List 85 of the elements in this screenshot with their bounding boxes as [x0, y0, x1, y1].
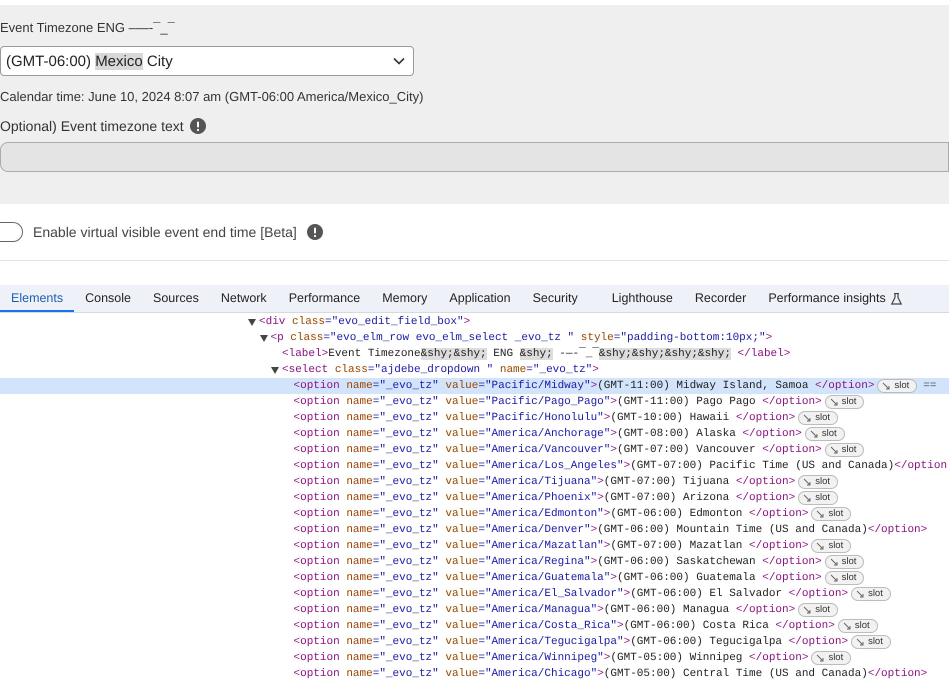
- dom-node-row[interactable]: <option name="_evo_tz" value="America/Regina">(GMT-06:00) Saskatchewan </option> slot: [0, 554, 949, 570]
- code-text: <select class="ajdebe_dropdown " name="_evo_tz">: [282, 363, 599, 378]
- dom-node-row[interactable]: <option name="_evo_tz" value="America/Costa_Rica">(GMT-06:00) Costa Rica </option> slot: [0, 618, 949, 634]
- devtools-tab[interactable]: Performance insights: [757, 285, 897, 312]
- slot-badge[interactable]: slot: [824, 395, 864, 409]
- dom-node-row[interactable]: <label>Event Timezone&shy;&shy; ENG &shy; -—-¯_¯&shy;&shy;&shy;&shy; </label>: [0, 346, 949, 362]
- dom-node-row[interactable]: <option name="_evo_tz" value="America/Vancouver">(GMT-07:00) Vancouver </option> slot: [0, 442, 949, 458]
- code-text: <label>Event Timezone&shy;&shy; ENG &shy; -—-¯_¯&shy;&shy;&shy;&shy; </label>: [282, 346, 790, 362]
- code-text: <option name="_evo_tz" value="Pacific/Midway">(GMT-11:00) Midway Island, Samoa </option>: [294, 379, 874, 394]
- slot-badge[interactable]: slot: [798, 491, 838, 505]
- dom-node-row[interactable]: <option name="_evo_tz" value="America/Tegucigalpa">(GMT-06:00) Tegucigalpa </option> slot: [0, 634, 949, 650]
- code-text: <option name="_evo_tz" value="America/Mazatlan">(GMT-07:00) Mazatlan </option>: [294, 539, 808, 554]
- slot-badge[interactable]: slot: [824, 443, 864, 457]
- field-label: Event Timezone ENG –—-¯_¯: [0, 20, 175, 35]
- devtools-tab[interactable]: Console: [74, 285, 142, 312]
- devtools-tab[interactable]: Elements: [0, 285, 74, 312]
- dom-node-row[interactable]: <option name="_evo_tz" value="America/Winnipeg">(GMT-05:00) Winnipeg </option> slot: [0, 650, 949, 666]
- code-text: <option name="_evo_tz" value="America/Los_Angeles">(GMT-07:00) Pacific Time (US and Canada)</option: [294, 459, 948, 474]
- code-text: <option name="_evo_tz" value="America/Phoenix">(GMT-07:00) Arizona </option>: [294, 491, 796, 506]
- code-text: <option name="_evo_tz" value="America/Anchorage">(GMT-08:00) Alaska </option>: [294, 427, 802, 442]
- devtools-tab[interactable]: Application: [438, 285, 522, 312]
- devtools-tab[interactable]: Network: [210, 285, 278, 312]
- code-text: <option name="_evo_tz" value="America/Edmonton">(GMT-06:00) Edmonton </option>: [294, 507, 808, 522]
- devtools-tab[interactable]: Security: [522, 285, 589, 312]
- slot-badge[interactable]: slot: [838, 619, 878, 633]
- devtools-tab[interactable]: Recorder: [684, 285, 758, 312]
- slot-badge[interactable]: slot: [798, 411, 838, 425]
- info-icon: [190, 118, 206, 134]
- code-text: <option name="_evo_tz" value="America/Tijuana">(GMT-07:00) Tijuana </option>: [294, 475, 796, 490]
- dom-node-row[interactable]: <option name="_evo_tz" value="America/Managua">(GMT-06:00) Managua </option> slot: [0, 602, 949, 618]
- dom-node-row[interactable]: <option name="_evo_tz" value="America/El_Salvador">(GMT-06:00) El Salvador </option> slot: [0, 586, 949, 602]
- slot-badge[interactable]: slot: [811, 539, 852, 553]
- dom-node-row[interactable]: <option name="_evo_tz" value="America/Chicago">(GMT-05:00) Central Time (US and Canada)</option>: [0, 666, 949, 682]
- expand-triangle-icon[interactable]: [248, 318, 256, 326]
- slot-badge[interactable]: slot: [877, 379, 918, 393]
- dom-node-row[interactable]: <p class="evo_elm_row evo_elm_select _evo_tz " style="padding-bottom:10px;">: [0, 330, 949, 346]
- slot-badge[interactable]: slot: [811, 507, 852, 521]
- code-text: <option name="_evo_tz" value="Pacific/Pago_Pago">(GMT-11:00) Pago Pago </option>: [294, 395, 822, 410]
- field-label: Optional) Event timezone text: [0, 118, 184, 134]
- toggle-label: Enable virtual visible event end time [Beta]: [33, 224, 297, 240]
- dom-node-row[interactable]: <option name="_evo_tz" value="America/Mazatlan">(GMT-07:00) Mazatlan </option> slot: [0, 538, 949, 554]
- dom-node-row[interactable]: <option name="_evo_tz" value="America/Los_Angeles">(GMT-07:00) Pacific Time (US and Canada)</option: [0, 458, 949, 474]
- devtools-tab[interactable]: Memory: [371, 285, 438, 312]
- code-text: <p class="evo_elm_row evo_elm_select _evo_tz " style="padding-bottom:10px;">: [270, 331, 772, 346]
- code-text: <option name="_evo_tz" value="America/Guatemala">(GMT-06:00) Guatemala </option>: [294, 571, 822, 586]
- slot-badge[interactable]: slot: [824, 571, 864, 585]
- code-text: <option name="_evo_tz" value="America/El_Salvador">(GMT-06:00) El Salvador </option>: [294, 587, 848, 602]
- dom-node-row[interactable]: <option name="_evo_tz" value="Pacific/Midway">(GMT-11:00) Midway Island, Samoa </option> slot ==: [0, 378, 949, 394]
- code-text: <option name="_evo_tz" value="America/Tegucigalpa">(GMT-06:00) Tegucigalpa </option>: [294, 635, 848, 650]
- code-text: <option name="_evo_tz" value="America/Chicago">(GMT-05:00) Central Time (US and Canada)</option>: [294, 667, 928, 682]
- slot-badge[interactable]: slot: [798, 603, 838, 617]
- dom-node-row[interactable]: <option name="_evo_tz" value="Pacific/Pago_Pago">(GMT-11:00) Pago Pago </option> slot: [0, 394, 949, 410]
- console-reference-text: ==: [923, 379, 936, 394]
- code-text: <option name="_evo_tz" value="Pacific/Honolulu">(GMT-10:00) Hawaii </option>: [294, 411, 796, 426]
- code-text: <option name="_evo_tz" value="America/Regina">(GMT-06:00) Saskatchewan </option>: [294, 555, 822, 570]
- flask-icon: [890, 292, 902, 304]
- slot-badge[interactable]: slot: [804, 427, 845, 441]
- devtools-tab[interactable]: Performance: [278, 285, 372, 312]
- code-text: <div class="evo_edit_field_box">: [259, 315, 470, 330]
- slot-badge[interactable]: slot: [851, 635, 891, 649]
- dom-node-row[interactable]: <option name="_evo_tz" value="America/Denver">(GMT-06:00) Mountain Time (US and Canada)</option>: [0, 522, 949, 538]
- slot-badge[interactable]: slot: [811, 651, 852, 665]
- devtools-tab[interactable]: Sources: [142, 285, 210, 312]
- dom-node-row[interactable]: <option name="_evo_tz" value="America/Edmonton">(GMT-06:00) Edmonton </option> slot: [0, 506, 949, 522]
- expand-triangle-icon[interactable]: [260, 334, 268, 342]
- dom-node-row[interactable]: <option name="_evo_tz" value="America/Anchorage">(GMT-08:00) Alaska </option> slot: [0, 426, 949, 442]
- dom-node-row[interactable]: <option name="_evo_tz" value="America/Tijuana">(GMT-07:00) Tijuana </option> slot: [0, 474, 949, 490]
- chevron-down-icon: [393, 57, 405, 65]
- code-text: <option name="_evo_tz" value="America/Costa_Rica">(GMT-06:00) Costa Rica </option>: [294, 619, 835, 634]
- dom-node-row[interactable]: <div class="evo_edit_field_box">: [0, 314, 949, 330]
- code-text: <option name="_evo_tz" value="America/Managua">(GMT-06:00) Managua </option>: [294, 603, 796, 618]
- code-text: <option name="_evo_tz" value="America/Denver">(GMT-06:00) Mountain Time (US and Canada)</option>: [294, 523, 928, 538]
- info-icon: [306, 224, 323, 240]
- code-text: <option name="_evo_tz" value="America/Vancouver">(GMT-07:00) Vancouver </option>: [294, 443, 822, 458]
- timezone-select[interactable]: (GMT-06:00) Mexico City: [0, 46, 414, 76]
- slot-badge[interactable]: slot: [824, 555, 864, 569]
- toggle-switch[interactable]: [0, 222, 23, 242]
- calendar-time-text: Calendar time: June 10, 2024 8:07 am (GMT-06:00 America/Mexico_City): [0, 89, 424, 104]
- dom-node-row[interactable]: <option name="_evo_tz" value="America/Guatemala">(GMT-06:00) Guatemala </option> slot: [0, 570, 949, 586]
- dom-node-row[interactable]: <option name="_evo_tz" value="America/Phoenix">(GMT-07:00) Arizona </option> slot: [0, 490, 949, 506]
- dom-node-row[interactable]: <option name="_evo_tz" value="Pacific/Honolulu">(GMT-10:00) Hawaii </option> slot: [0, 410, 949, 426]
- slot-badge[interactable]: slot: [851, 587, 891, 601]
- devtools-tab[interactable]: Lighthouse: [600, 285, 684, 312]
- slot-badge[interactable]: slot: [798, 475, 838, 489]
- code-text: <option name="_evo_tz" value="America/Winnipeg">(GMT-05:00) Winnipeg </option>: [294, 651, 808, 666]
